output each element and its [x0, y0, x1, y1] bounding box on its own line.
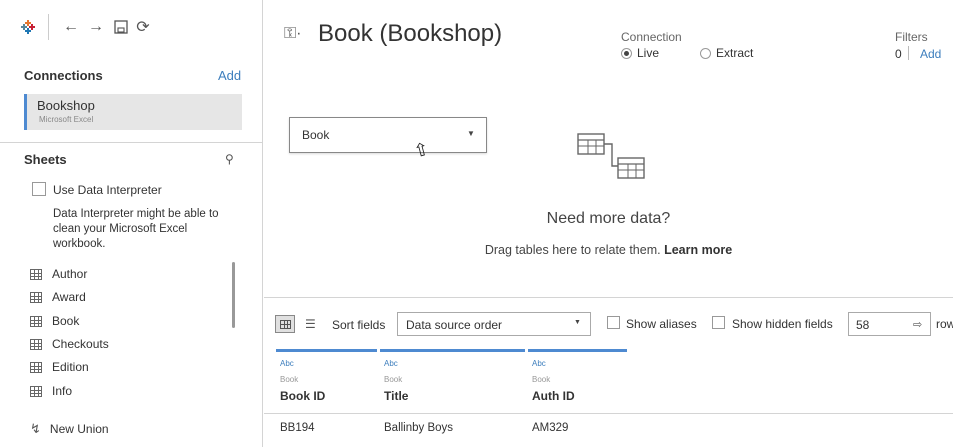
- radio-extract-label: Extract: [716, 46, 754, 60]
- use-data-interpreter-checkbox[interactable]: [32, 182, 46, 196]
- tableau-logo-icon[interactable]: [19, 18, 37, 36]
- radio-live[interactable]: Live: [621, 46, 659, 60]
- column-source: Book: [532, 375, 551, 384]
- connections-title: Connections: [24, 68, 103, 83]
- sheet-label: Edition: [52, 360, 89, 374]
- grid-column-book-id[interactable]: Abc Book Book ID BB194: [276, 349, 377, 447]
- show-hidden-fields-label[interactable]: Show hidden fields: [732, 317, 833, 331]
- logical-table-label: Book: [302, 128, 330, 142]
- filters-separator: [908, 46, 909, 60]
- connection-item[interactable]: Bookshop Microsoft Excel: [24, 94, 242, 130]
- add-connection-link[interactable]: Add: [218, 68, 241, 83]
- sheet-item-info[interactable]: Info: [30, 383, 220, 399]
- sheet-table-icon: [30, 338, 42, 350]
- sheets-scrollbar[interactable]: [232, 262, 235, 328]
- sort-fields-select[interactable]: Data source order ▼: [397, 312, 591, 336]
- connection-type: Microsoft Excel: [39, 115, 94, 124]
- radio-extract[interactable]: Extract: [700, 46, 753, 60]
- sort-fields-label: Sort fields: [332, 318, 386, 332]
- column-header[interactable]: Book ID: [280, 389, 325, 403]
- radio-live-label: Live: [637, 46, 660, 60]
- new-union-label: New Union: [49, 422, 109, 436]
- refresh-icon[interactable]: ⟳: [134, 18, 152, 36]
- relate-tables-icon: [577, 133, 645, 179]
- sheet-label: Book: [52, 314, 80, 328]
- sheet-label: Info: [52, 384, 73, 398]
- chevron-down-icon: ▼: [467, 129, 475, 138]
- grid-column-title[interactable]: Abc Book Title Ballinby Boys: [380, 349, 525, 447]
- use-data-interpreter-label[interactable]: Use Data Interpreter: [53, 183, 162, 197]
- drag-tables-hint: Drag tables here to relate them. Learn m…: [264, 243, 953, 257]
- sort-fields-value: Data source order: [406, 318, 503, 332]
- arrow-right-icon[interactable]: ⇨: [913, 318, 922, 331]
- sheet-item-award[interactable]: Award: [30, 289, 220, 305]
- drag-tables-text: Drag tables here to relate them.: [484, 243, 661, 257]
- grid-icon: [279, 319, 291, 329]
- column-source: Book: [280, 375, 299, 384]
- show-aliases-checkbox[interactable]: [607, 316, 620, 329]
- sheet-label: Award: [52, 290, 86, 304]
- add-filter-link[interactable]: Add: [920, 47, 941, 61]
- datasource-title[interactable]: Book (Bookshop): [318, 20, 502, 48]
- logical-table-dropdown[interactable]: Book ▼: [289, 117, 487, 153]
- sheet-label: Author: [52, 267, 88, 281]
- new-union-button[interactable]: ↯ New Union: [30, 421, 109, 437]
- sheet-item-book[interactable]: Book: [30, 313, 220, 329]
- search-icon[interactable]: ⚲: [225, 152, 234, 166]
- data-interpreter-description: Data Interpreter might be able to clean …: [53, 208, 219, 250]
- grid-column-auth-id[interactable]: Abc Book Auth ID AM329: [528, 349, 627, 447]
- need-more-data-heading: Need more data?: [546, 210, 671, 227]
- sheets-title: Sheets: [24, 152, 67, 167]
- toolbar: ← → ⟳: [0, 0, 263, 52]
- connection-label: Connection: [621, 30, 682, 44]
- grid-view-toggle-button[interactable]: [275, 315, 295, 333]
- rows-input[interactable]: 58 ⇨: [848, 312, 931, 336]
- grid-toolbar: ☰ Sort fields Data source order ▼ Show a…: [264, 297, 953, 349]
- data-type-icon[interactable]: Abc: [280, 359, 294, 368]
- chevron-down-icon: ▼: [574, 319, 581, 326]
- divider: [0, 142, 263, 143]
- back-arrow-icon[interactable]: ←: [62, 18, 80, 36]
- column-header[interactable]: Title: [384, 389, 408, 403]
- sheet-table-icon: [30, 268, 42, 280]
- data-type-icon[interactable]: Abc: [532, 359, 546, 368]
- table-cell: AM329: [532, 422, 569, 434]
- sheet-table-icon: [30, 361, 42, 373]
- sheet-label: Checkouts: [52, 337, 109, 351]
- rows-label: rows: [936, 317, 953, 331]
- sheet-table-icon: [30, 291, 42, 303]
- sheet-item-edition[interactable]: Edition: [30, 359, 220, 375]
- datasource-icon[interactable]: ⚿·: [284, 25, 302, 43]
- sheet-table-icon: [30, 385, 42, 397]
- connection-name: Bookshop: [37, 98, 95, 113]
- sheet-item-checkouts[interactable]: Checkouts: [30, 336, 220, 352]
- show-aliases-label[interactable]: Show aliases: [626, 317, 697, 331]
- sheet-item-author[interactable]: Author: [30, 266, 220, 282]
- rows-value: 58: [856, 318, 870, 332]
- table-cell: Ballinby Boys: [384, 422, 454, 434]
- list-view-icon[interactable]: ☰: [305, 317, 316, 331]
- show-hidden-fields-checkbox[interactable]: [712, 316, 725, 329]
- main-pane: ⚿· Book (Bookshop) Connection Live Extra…: [264, 0, 953, 447]
- learn-more-link[interactable]: Learn more: [664, 243, 732, 257]
- radio-extract-indicator[interactable]: [700, 47, 711, 59]
- filters-count: 0: [895, 47, 902, 61]
- table-cell: BB194: [280, 422, 315, 434]
- column-header[interactable]: Auth ID: [532, 389, 575, 403]
- column-accent-bar: [380, 349, 525, 352]
- forward-arrow-icon[interactable]: →: [87, 18, 105, 36]
- radio-live-indicator[interactable]: [621, 47, 632, 59]
- union-icon: ↯: [30, 421, 41, 436]
- column-accent-bar: [276, 349, 377, 352]
- column-source: Book: [384, 375, 403, 384]
- filters-label: Filters: [895, 30, 928, 44]
- column-accent-bar: [528, 349, 627, 352]
- data-pane: ← → ⟳ Connections Add Bookshop Microsoft…: [0, 0, 263, 447]
- data-grid: Abc Book Book ID BB194 Abc Book Title Ba…: [264, 349, 953, 447]
- sheet-table-icon: [30, 315, 42, 327]
- toolbar-divider: [48, 14, 49, 40]
- save-icon[interactable]: [112, 18, 130, 36]
- data-type-icon[interactable]: Abc: [384, 359, 398, 368]
